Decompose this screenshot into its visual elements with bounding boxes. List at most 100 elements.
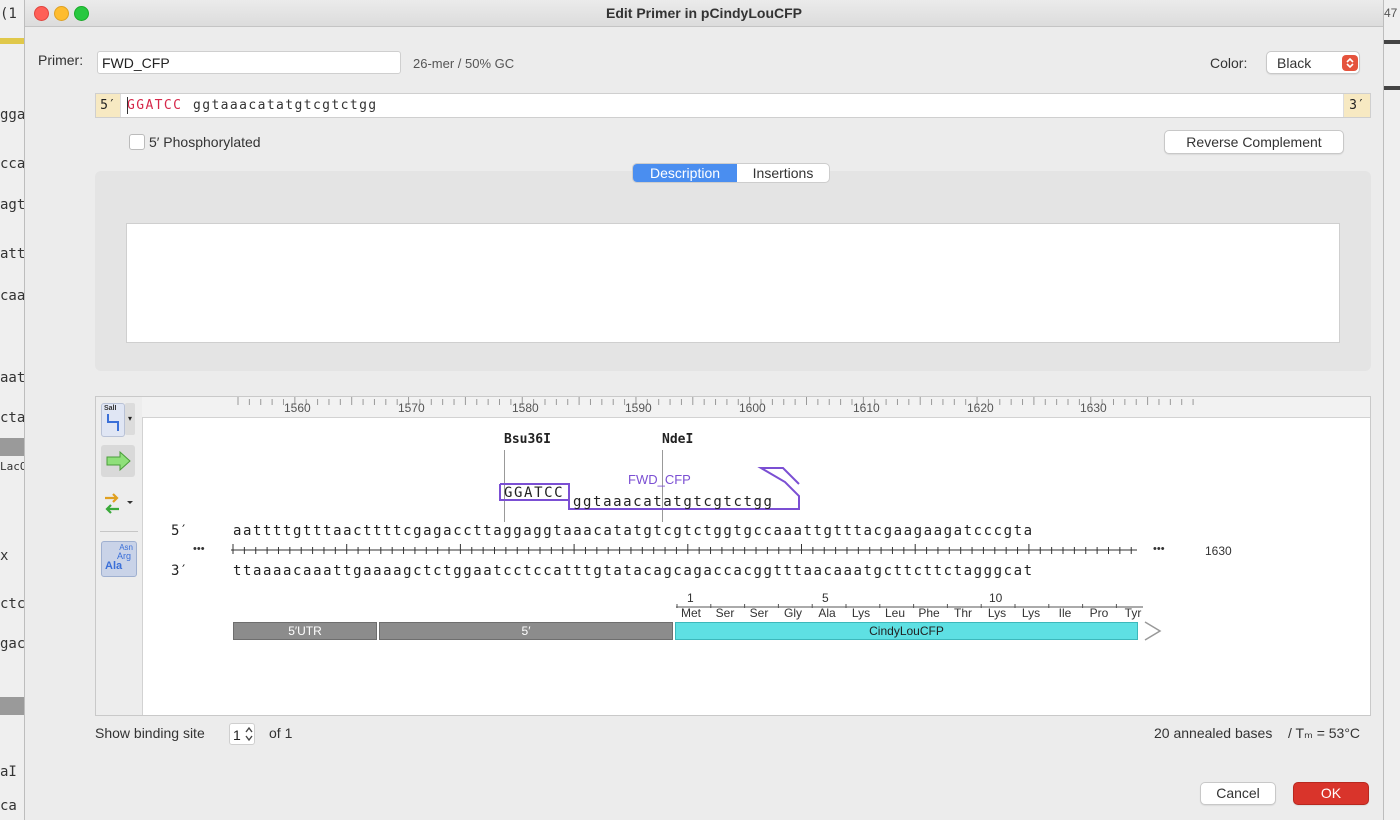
amino-acid: Met (680, 606, 701, 620)
feature-cindyloucfp[interactable]: CindyLouCFP (675, 622, 1138, 640)
binding-site-stepper[interactable]: 1 (229, 723, 255, 745)
bg-fragment: (1 (0, 6, 17, 22)
bottom-strand-sequence[interactable]: ttaaaacaaattgaaaagctctggaatcctccatttgtat… (233, 563, 1034, 579)
feature-5prime[interactable]: 5′ (379, 622, 673, 640)
enzyme-label-bsu36i[interactable]: Bsu36I (504, 432, 551, 447)
select-stepper-icon (1342, 55, 1358, 71)
sali-enzyme-icon[interactable]: SalI (101, 403, 125, 437)
bg-fragment: agt (0, 197, 25, 213)
text-cursor (127, 97, 128, 114)
bg-bar (1382, 40, 1400, 44)
amino-acid: Phe (918, 606, 940, 620)
bg-gray-bar (0, 438, 24, 456)
ruler-label: 1630 (1080, 401, 1107, 415)
bg-bar (1382, 86, 1400, 90)
title-bar: Edit Primer in pCindyLouCFP (25, 0, 1383, 27)
color-select[interactable]: Black (1266, 51, 1360, 74)
enzyme-label-ndei[interactable]: NdeI (662, 432, 693, 447)
position-ruler: 1560 1570 1580 1590 1600 1610 1620 1630 (142, 397, 1370, 418)
amino-acid: Thr (954, 606, 972, 620)
amino-acid: Lys (851, 606, 871, 620)
three-prime-tag: 3′ (1343, 94, 1370, 117)
bg-fragment: gac (0, 636, 25, 652)
phosphorylated-label: 5′ Phosphorylated (149, 134, 261, 150)
bg-fragment: att (0, 246, 25, 262)
color-label: Color: (1210, 55, 1248, 71)
top-strand-label: 5′ (171, 523, 188, 539)
bg-fragment: 47 (1384, 6, 1398, 20)
primer-sequence-bound: ggtaaacatatgtcgtctgg (193, 98, 378, 113)
feature-5utr[interactable]: 5′UTR (233, 622, 377, 640)
edit-primer-window: Edit Primer in pCindyLouCFP Primer: FWD_… (24, 0, 1384, 820)
dropdown-arrow-icon[interactable]: ▾ (125, 403, 135, 435)
phosphorylated-checkbox[interactable] (129, 134, 145, 150)
bg-fragment: ctc (0, 596, 25, 612)
aa-number: 10 (989, 591, 1003, 605)
bg-fragment: caa (0, 288, 25, 304)
map-toolbar: SalI ▾ Asn Arg Ala (96, 397, 143, 715)
ruler-label: 1580 (512, 401, 539, 415)
amino-acid: Lys (987, 606, 1007, 620)
bg-gray-bar (0, 697, 24, 715)
tab-bar: Description Insertions (632, 163, 830, 183)
bg-fragment: ca (0, 798, 17, 814)
melting-temperature: / Tₘ = 53°C (1288, 725, 1361, 741)
bottom-strand-label: 3′ (171, 563, 188, 579)
top-strand-sequence[interactable]: aattttgtttaacttttcgagaccttaggaggtaaacata… (233, 523, 1034, 539)
tab-insertions[interactable]: Insertions (737, 164, 829, 182)
amino-acid: Ala (818, 606, 836, 620)
aa-number: 5 (822, 591, 829, 605)
five-prime-tag: 5′ (96, 94, 121, 117)
primer-name-field[interactable]: FWD_CFP (97, 51, 401, 74)
primer-overhang-sequence: GGATCC (504, 485, 565, 501)
bg-fragment: cta (0, 410, 25, 426)
primer-sequence-overhang: GGATCC (127, 98, 183, 113)
ruler-label: 1620 (967, 401, 994, 415)
ok-button[interactable]: OK (1293, 782, 1369, 805)
minimize-window-button[interactable] (54, 6, 69, 21)
ruler-label: 1600 (739, 401, 766, 415)
description-panel (95, 171, 1371, 371)
bg-fragment: aat (0, 370, 25, 386)
color-select-value: Black (1277, 55, 1312, 71)
amino-acid: Gly (784, 606, 802, 620)
ruler-label: 1570 (398, 401, 425, 415)
forward-arrow-icon[interactable] (101, 445, 135, 477)
tab-description[interactable]: Description (633, 164, 737, 182)
stepper-arrows-icon (245, 726, 253, 742)
strand-tick-axis (231, 544, 1137, 554)
primer-bound-sequence: ggtaaacatatgtcgtctgg (573, 494, 774, 510)
close-window-button[interactable] (34, 6, 49, 21)
amino-acid-icon[interactable]: Asn Arg Ala (101, 541, 137, 577)
right-ellipsis: ••• (1153, 543, 1165, 555)
amino-acid: Leu (884, 606, 906, 620)
left-ellipsis: ••• (193, 543, 205, 555)
ruler-label: 1560 (284, 401, 311, 415)
binding-site-label: Show binding site (95, 725, 205, 741)
bg-fragment: LacO (0, 460, 25, 473)
toolbar-divider (100, 531, 138, 532)
amino-acid: Pro (1089, 606, 1109, 620)
ruler-label: 1610 (853, 401, 880, 415)
amino-acid: Tyr (1124, 606, 1142, 620)
background-app-left: (1 gga cca agt att caa aat cta LacO x ct… (0, 0, 25, 820)
description-textarea[interactable] (126, 223, 1340, 343)
bg-highlight (0, 38, 24, 44)
window-title: Edit Primer in pCindyLouCFP (605, 5, 802, 21)
primer-label: Primer: (38, 52, 84, 68)
primer-name-value: FWD_CFP (102, 55, 170, 71)
primer-sequence-field[interactable]: 5′ GGATCC ggtaaacatatgtcgtctgg 3′ (95, 93, 1371, 118)
reverse-complement-button[interactable]: Reverse Complement (1164, 130, 1344, 154)
cancel-button[interactable]: Cancel (1200, 782, 1276, 805)
amino-acid: Ser (749, 606, 769, 620)
bg-fragment: x (0, 548, 9, 564)
swap-strand-icon[interactable] (101, 489, 135, 521)
amino-acid: Ile (1058, 606, 1072, 620)
zoom-window-button[interactable] (74, 6, 89, 21)
feature-continues-arrow-icon (1144, 621, 1162, 641)
amino-acid: Ser (715, 606, 735, 620)
end-position-label: 1630 (1205, 544, 1232, 558)
binding-site-value: 1 (233, 727, 241, 743)
primer-stats: 26-mer / 50% GC (413, 56, 515, 71)
aa-number: 1 (687, 591, 694, 605)
